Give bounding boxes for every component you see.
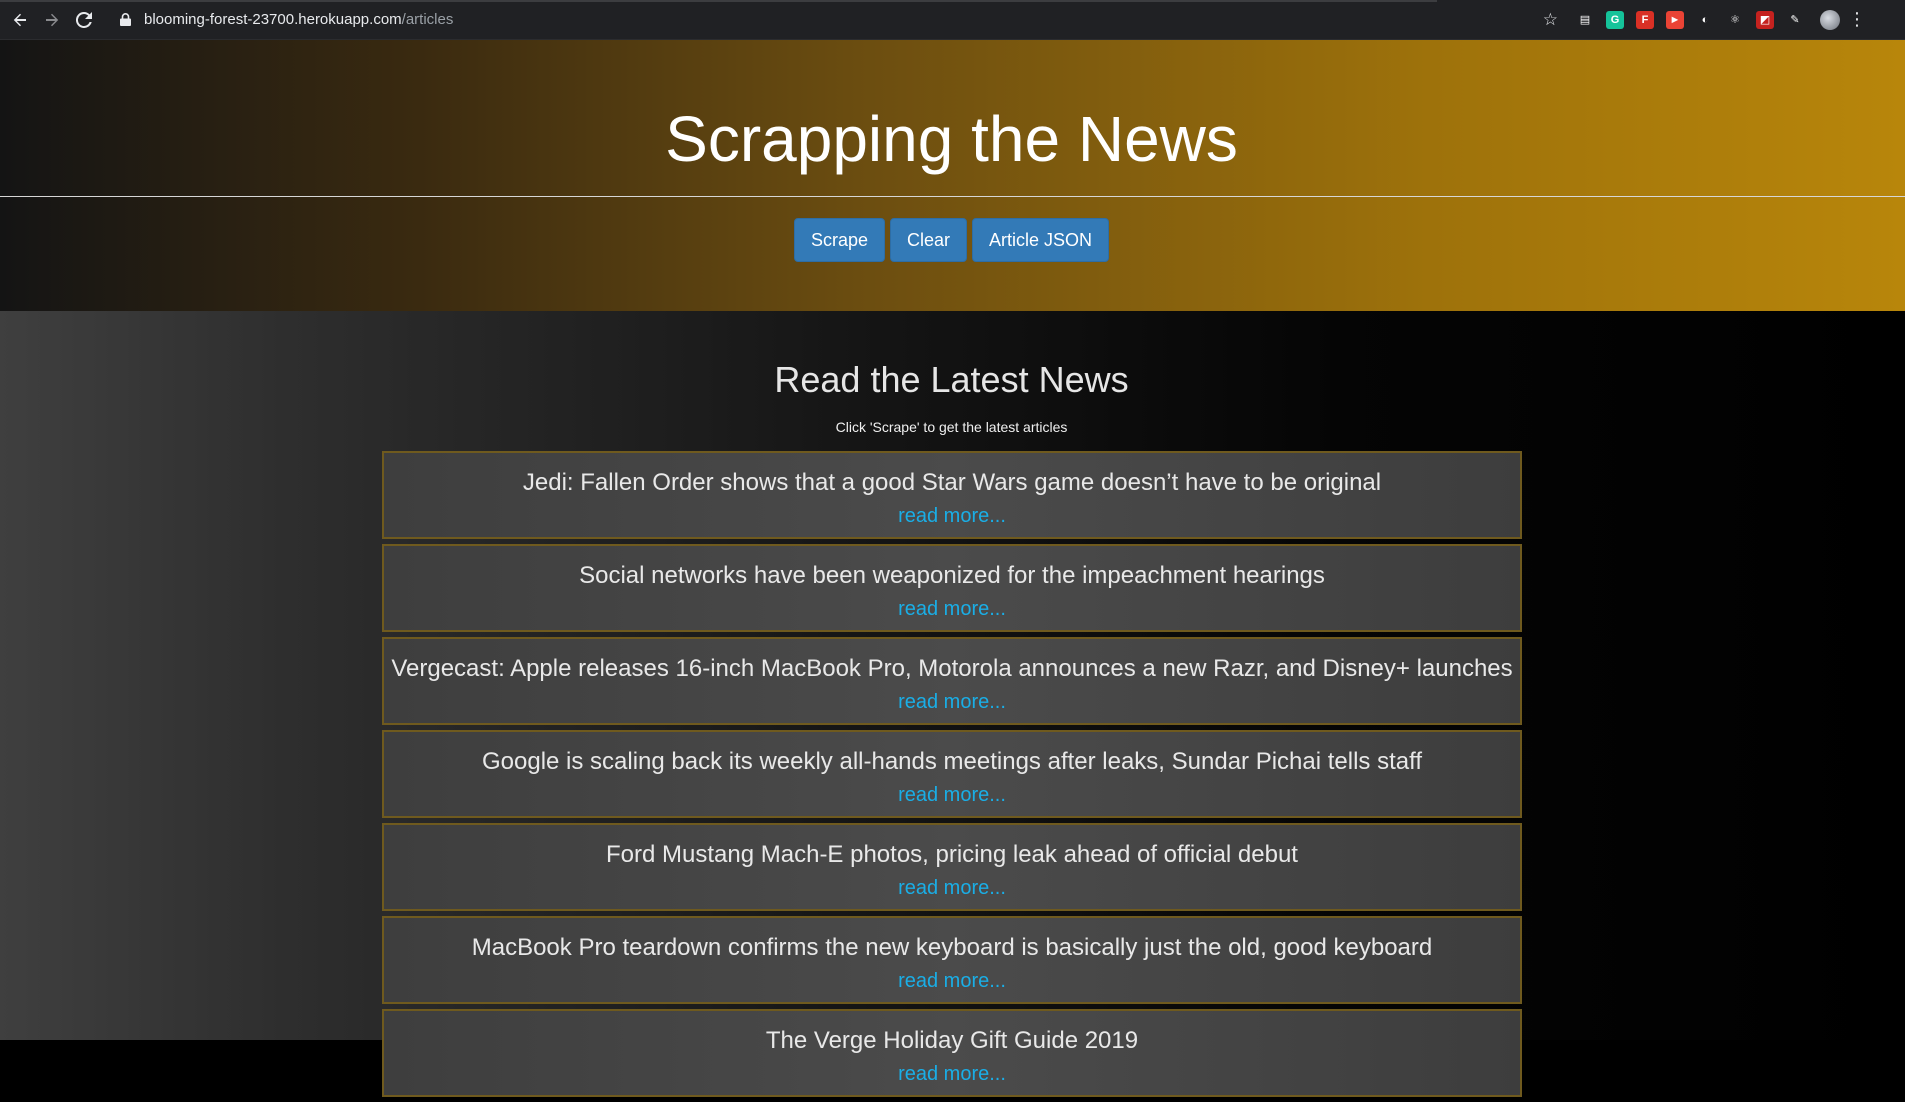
url-path: /articles [401, 11, 454, 28]
article-card: Vergecast: Apple releases 16-inch MacBoo… [382, 637, 1522, 725]
article-card: Social networks have been weaponized for… [382, 544, 1522, 632]
section-heading: Read the Latest News [774, 359, 1129, 400]
read-more-link[interactable]: read more... [898, 877, 1006, 900]
reader-icon[interactable]: ▤ [1576, 10, 1594, 29]
article-title: The Verge Holiday Gift Guide 2019 [765, 1027, 1139, 1054]
forward-arrow-icon[interactable] [40, 8, 64, 32]
article-title: Vergecast: Apple releases 16-inch MacBoo… [391, 655, 1513, 682]
bookmark-star-icon[interactable]: ☆ [1543, 10, 1558, 30]
read-more-link[interactable]: read more... [898, 691, 1006, 714]
article-card: MacBook Pro teardown confirms the new ke… [382, 916, 1522, 1004]
article-title: MacBook Pro teardown confirms the new ke… [471, 934, 1433, 961]
article-title: Google is scaling back its weekly all-ha… [481, 748, 1423, 775]
circle-icon[interactable]: ◐ [1696, 10, 1714, 29]
article-card: Google is scaling back its weekly all-ha… [382, 730, 1522, 818]
clear-button[interactable]: Clear [890, 218, 968, 262]
back-arrow-icon[interactable] [8, 8, 32, 32]
profile-avatar[interactable] [1820, 9, 1840, 30]
grammarly-icon[interactable]: G [1606, 10, 1624, 29]
pen-icon[interactable]: ✎ [1786, 10, 1804, 29]
extension-bar: ▤ G F ► ◐ ⚛ ◩ ✎ [1576, 10, 1804, 29]
record-icon[interactable]: ► [1666, 10, 1684, 29]
header-divider [0, 196, 1905, 197]
lock-icon [118, 13, 132, 27]
article-card: Jedi: Fallen Order shows that a good Sta… [382, 451, 1522, 539]
page-load-bar [0, 0, 1437, 2]
read-more-link[interactable]: read more... [898, 1063, 1006, 1086]
action-buttons: Scrape Clear Article JSON [0, 218, 1903, 262]
page-title: Scrapping the News [665, 103, 1238, 175]
article-card: The Verge Holiday Gift Guide 2019 read mo… [382, 1009, 1522, 1097]
browser-toolbar: blooming-forest-23700.herokuapp.com/arti… [0, 0, 1905, 40]
main-content: Read the Latest News Click 'Scrape' to g… [0, 311, 1905, 1097]
url-host: blooming-forest-23700.herokuapp.com [144, 11, 402, 28]
read-more-link[interactable]: read more... [898, 598, 1006, 621]
reload-icon[interactable] [72, 8, 96, 32]
read-more-link[interactable]: read more... [898, 784, 1006, 807]
hero-header: Scrapping the News Scrape Clear Article … [0, 40, 1905, 311]
article-title: Jedi: Fallen Order shows that a good Sta… [522, 469, 1382, 496]
pdf-icon[interactable]: F [1636, 10, 1654, 29]
clip-icon[interactable]: ◩ [1756, 10, 1774, 29]
more-menu-icon[interactable]: ⋮ [1848, 9, 1866, 30]
react-icon[interactable]: ⚛ [1726, 10, 1744, 29]
article-title: Social networks have been weaponized for… [579, 562, 1325, 589]
read-more-link[interactable]: read more... [898, 970, 1006, 993]
article-card: Ford Mustang Mach-E photos, pricing leak… [382, 823, 1522, 911]
scrape-button[interactable]: Scrape [793, 218, 885, 262]
address-bar[interactable]: blooming-forest-23700.herokuapp.com/arti… [110, 6, 1570, 34]
read-more-link[interactable]: read more... [898, 505, 1006, 528]
scrape-hint: Click 'Scrape' to get the latest article… [835, 419, 1068, 435]
article-list: Jedi: Fallen Order shows that a good Sta… [382, 451, 1522, 1102]
article-json-button[interactable]: Article JSON [972, 218, 1110, 262]
article-title: Ford Mustang Mach-E photos, pricing leak… [606, 841, 1298, 868]
